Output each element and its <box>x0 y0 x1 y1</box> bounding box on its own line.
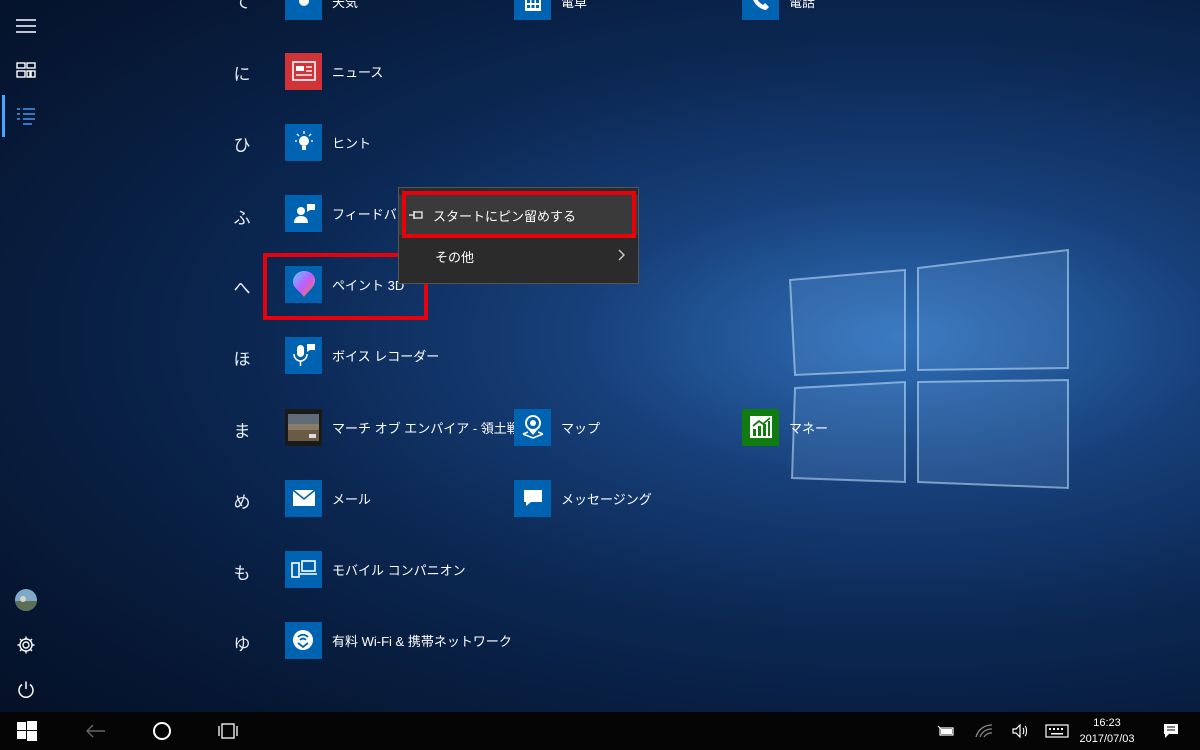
app-maps[interactable]: マップ <box>514 408 600 446</box>
task-view-icon[interactable] <box>208 712 248 750</box>
app-label: メッセージング <box>561 491 652 507</box>
section-letter[interactable]: へ <box>232 274 252 299</box>
volume-icon[interactable] <box>1006 712 1034 750</box>
chevron-right-icon <box>618 249 626 264</box>
app-money[interactable]: マネー <box>742 408 828 446</box>
section-letter[interactable]: も <box>232 559 252 584</box>
app-label: ペイント 3D <box>332 277 405 293</box>
app-messaging[interactable]: メッセージング <box>514 479 652 517</box>
wifi-cellular-icon <box>285 621 322 659</box>
pin-icon <box>399 210 433 220</box>
clock-time: 16:23 <box>1093 717 1121 729</box>
windows-start-icon[interactable] <box>8 712 46 750</box>
menu-item-more[interactable]: その他 <box>399 236 638 276</box>
feedback-icon <box>285 194 322 232</box>
menu-item-pin-to-start[interactable]: スタートにピン留めする <box>399 195 638 235</box>
menu-item-label: その他 <box>435 249 475 265</box>
section-ni: に ニュース <box>0 36 1200 108</box>
microphone-icon <box>285 336 322 374</box>
app-label: ニュース <box>332 64 384 80</box>
section-letter[interactable]: ふ <box>232 204 252 229</box>
app-calculator[interactable]: 電卓 <box>514 0 587 20</box>
message-bubble-icon <box>514 479 551 517</box>
menu-item-label: スタートにピン留めする <box>433 208 577 224</box>
app-tips[interactable]: ヒント <box>285 123 371 161</box>
lightbulb-icon <box>285 123 322 161</box>
section-letter[interactable]: ほ <box>232 345 252 370</box>
section-letter[interactable]: め <box>232 488 252 513</box>
app-mobile-companion[interactable]: モバイル コンパニオン <box>285 550 466 588</box>
app-label: ヒント <box>332 135 372 151</box>
phone-laptop-icon <box>285 550 322 588</box>
app-label: マーチ オブ エンパイア - 領土戦… <box>332 420 533 436</box>
cortana-circle-icon[interactable] <box>142 712 182 750</box>
app-label: ボイス レコーダー <box>332 348 440 364</box>
app-label: マップ <box>561 420 601 436</box>
app-label: マネー <box>789 420 829 436</box>
section-me: め メール メッセージング <box>0 462 1200 534</box>
context-menu: スタートにピン留めする その他 <box>398 187 639 284</box>
app-label: 天気 <box>332 0 359 10</box>
app-paint3d[interactable]: ペイント 3D <box>285 265 404 303</box>
section-yu: ゆ 有料 Wi-Fi & 携帯ネットワーク <box>0 604 1200 676</box>
clock-date: 2017/07/03 <box>1079 733 1135 745</box>
section-ho: ほ ボイス レコーダー <box>0 320 1200 392</box>
map-pin-icon <box>514 408 551 446</box>
section-letter[interactable]: ひ <box>232 131 252 156</box>
section-ma: ま マーチ オブ エンパイア - 領土戦… マップ マネー <box>0 391 1200 463</box>
app-label: 有料 Wi-Fi & 携帯ネットワーク <box>332 633 512 649</box>
app-phone[interactable]: 電話 <box>742 0 815 20</box>
phone-icon <box>742 0 779 20</box>
wifi-icon[interactable] <box>970 712 998 750</box>
app-paid-wifi[interactable]: 有料 Wi-Fi & 携帯ネットワーク <box>285 621 512 659</box>
mail-envelope-icon <box>285 479 322 517</box>
taskbar-clock[interactable]: 16:23 2017/07/03 <box>1072 715 1142 747</box>
money-chart-icon <box>742 408 779 446</box>
section-letter[interactable]: ゆ <box>232 630 252 655</box>
action-center-icon[interactable] <box>1156 712 1186 750</box>
app-label: モバイル コンパニオン <box>332 562 466 578</box>
weather-icon <box>285 0 322 20</box>
app-weather[interactable]: 天気 <box>285 0 358 20</box>
app-mail[interactable]: メール <box>285 479 371 517</box>
news-icon <box>285 52 322 90</box>
app-label: 電話 <box>789 0 816 10</box>
section-letter[interactable]: て <box>232 0 252 13</box>
paint3d-icon <box>285 265 322 303</box>
app-march-of-empires[interactable]: マーチ オブ エンパイア - 領土戦… <box>285 408 533 446</box>
app-label: メール <box>332 491 372 507</box>
section-letter[interactable]: ま <box>232 417 252 442</box>
section-letter[interactable]: に <box>232 60 252 85</box>
calculator-icon <box>514 0 551 20</box>
section-te: て 天気 電卓 電話 <box>0 0 1200 36</box>
touch-keyboard-icon[interactable] <box>1042 712 1072 750</box>
march-of-empires-icon <box>285 408 322 446</box>
battery-icon[interactable] <box>932 712 960 750</box>
app-voice-recorder[interactable]: ボイス レコーダー <box>285 336 439 374</box>
section-hi: ひ ヒント <box>0 107 1200 179</box>
app-label: 電卓 <box>561 0 588 10</box>
section-mo: も モバイル コンパニオン <box>0 533 1200 605</box>
app-news[interactable]: ニュース <box>285 52 383 90</box>
back-arrow-icon[interactable] <box>76 712 116 750</box>
taskbar: 16:23 2017/07/03 <box>0 712 1200 750</box>
